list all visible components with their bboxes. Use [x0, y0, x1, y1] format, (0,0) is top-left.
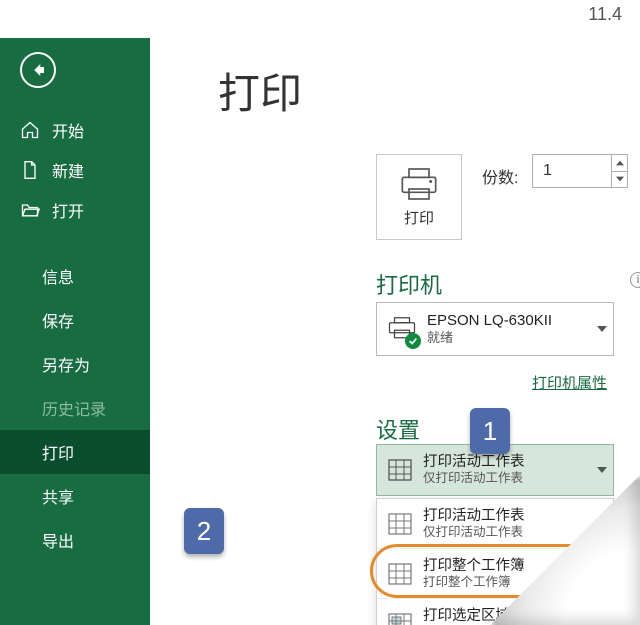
chevron-down-icon	[591, 325, 613, 333]
worksheet-grid-icon	[377, 459, 423, 481]
settings-heading: 设置	[376, 413, 420, 445]
dropdown-subtitle: 仅打印活动工作表	[423, 471, 591, 487]
sidebar-item-label: 打印	[42, 440, 74, 464]
sidebar-item-share[interactable]: 共享	[0, 474, 150, 518]
arrow-left-icon	[29, 61, 47, 79]
sidebar-item-print[interactable]: 打印	[0, 430, 150, 474]
sidebar-item-label: 信息	[42, 264, 74, 288]
option-title: 打印活动工作表	[423, 507, 613, 525]
sidebar-item-label: 新建	[52, 158, 84, 182]
sidebar-item-label: 另存为	[42, 352, 90, 376]
dropdown-text: 打印活动工作表 仅打印活动工作表	[423, 453, 591, 487]
copies-value: 1	[533, 155, 611, 187]
backstage-sidebar: 开始 新建 打开 信息 保存 另存为 历史记录 打印 共享 导出	[0, 38, 150, 625]
print-button-label: 打印	[404, 207, 434, 228]
printer-heading: 打印机	[376, 268, 442, 300]
sidebar-item-open[interactable]: 打开	[0, 190, 150, 230]
copies-input[interactable]: 1	[532, 154, 628, 188]
printer-info-icon[interactable]: i	[630, 272, 640, 288]
sidebar-item-info[interactable]: 信息	[0, 254, 150, 298]
printer-properties-link[interactable]: 打印机属性	[532, 372, 607, 393]
sidebar-item-new[interactable]: 新建	[0, 150, 150, 190]
version-label: 11.4	[588, 4, 622, 25]
printer-name: EPSON LQ-630KII	[427, 312, 591, 331]
sidebar-item-saveas[interactable]: 另存为	[0, 342, 150, 386]
sidebar-item-label: 保存	[42, 308, 74, 332]
printer-status-icon	[377, 303, 427, 355]
selection-grid-icon	[377, 613, 423, 625]
callout-badge-1: 1	[470, 408, 510, 454]
copies-spinner	[611, 155, 627, 187]
print-button[interactable]: 打印	[376, 154, 462, 240]
back-button[interactable]	[20, 52, 56, 88]
sidebar-item-label: 开始	[52, 118, 84, 142]
spinner-down[interactable]	[612, 172, 627, 188]
worksheet-grid-icon	[377, 513, 423, 535]
check-icon	[405, 333, 421, 349]
sidebar-item-history: 历史记录	[0, 386, 150, 430]
page-title: 打印	[150, 38, 640, 131]
sidebar-item-label: 共享	[42, 484, 74, 508]
workbook-grid-icon	[377, 563, 423, 585]
sidebar-item-label: 打开	[52, 198, 84, 222]
printer-icon	[399, 167, 439, 201]
sidebar-item-save[interactable]: 保存	[0, 298, 150, 342]
callout-badge-2: 2	[184, 508, 224, 554]
copies-label: 份数:	[482, 164, 518, 188]
chevron-down-icon	[591, 466, 613, 474]
dropdown-title: 打印活动工作表	[423, 453, 591, 471]
folder-icon	[20, 200, 40, 220]
spinner-up[interactable]	[612, 155, 627, 172]
printer-text: EPSON LQ-630KII 就绪	[427, 312, 591, 347]
sidebar-item-label: 历史记录	[42, 396, 106, 420]
printer-status: 就绪	[427, 330, 591, 346]
sidebar-item-label: 导出	[42, 528, 74, 552]
sidebar-item-export[interactable]: 导出	[0, 518, 150, 562]
sidebar-item-start[interactable]: 开始	[0, 110, 150, 150]
printer-selector[interactable]: EPSON LQ-630KII 就绪	[376, 302, 614, 356]
home-icon	[20, 120, 40, 140]
file-icon	[20, 160, 40, 180]
